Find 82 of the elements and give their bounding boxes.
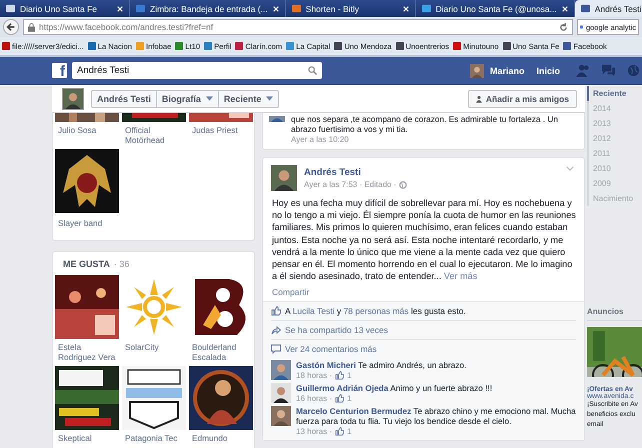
more-comments-link[interactable]: Ver 24 comentarios más — [285, 344, 377, 354]
search-engine-icon[interactable] — [580, 23, 583, 31]
author-name[interactable]: Andrés Testi — [304, 167, 408, 179]
comment-icon — [271, 344, 281, 354]
page-link[interactable]: Official Motörhead — [122, 122, 186, 149]
browser-tab[interactable]: Andrés Testi — [574, 0, 642, 17]
ads-title: Anuncios — [587, 307, 642, 321]
see-more-link[interactable]: Ver más — [444, 271, 478, 282]
like-count: 1 — [347, 394, 352, 404]
page-link[interactable]: Judas Priest — [189, 122, 253, 149]
page-link[interactable]: Patagonia Tec — [122, 430, 186, 448]
page-link[interactable]: Estela Rodriguez Vera — [55, 339, 119, 366]
close-icon[interactable] — [562, 6, 568, 12]
logo[interactable]: f — [52, 63, 67, 78]
section-title: ME GUSTA — [63, 258, 110, 268]
share-link[interactable]: Compartir — [272, 287, 310, 298]
page-link[interactable]: Julio Sosa — [55, 122, 119, 149]
site-icon — [453, 42, 462, 50]
page-link[interactable]: Slayer band — [55, 213, 119, 238]
comment-text: Marcelo Centurion Bermudez Te abrazo chino y me emociono mal. Mucha fuerza para toda tu flia. Tu viejo los bendice desde el cielo. — [296, 406, 576, 426]
comment-text: que nos separa ,te acompano de corazon. Es admirable tu fortaleza . Un abrazo fuertisimo a vos y mi tia. — [291, 114, 560, 134]
like-count: 1 — [347, 371, 352, 380]
site-icon — [422, 4, 431, 13]
back-button[interactable] — [3, 19, 19, 35]
site-icon — [2, 42, 10, 50]
comment-text: Guillermo Adrián Ojeda Animo y un fuerte abrazo !!! — [296, 383, 492, 394]
site-icon — [286, 42, 294, 50]
close-icon[interactable] — [402, 6, 409, 12]
dropdown-button[interactable]: Reciente — [218, 90, 278, 106]
comment-author[interactable]: Marcelo Centurion Bermudez — [296, 406, 412, 416]
site-icon — [292, 4, 301, 13]
dropdown-button[interactable]: Biografía — [156, 90, 219, 106]
back-arrow-icon — [6, 22, 16, 32]
profile-name-button[interactable]: Andrés Testi — [92, 90, 157, 106]
reload-icon[interactable] — [559, 22, 568, 32]
friend-link[interactable]: Lucila Testi — [292, 306, 334, 316]
add-friend-button[interactable]: Añadir a mis amigos — [468, 90, 577, 108]
site-icon — [235, 42, 244, 50]
page-link[interactable]: Boulderland Escalada — [189, 339, 253, 366]
comment-author[interactable]: Guillermo Adrián Ojeda — [296, 383, 388, 394]
timestamp[interactable]: Ayer a las 7:53 · Editado · — [304, 179, 396, 190]
globe-icon — [399, 180, 408, 188]
site-icon — [563, 42, 572, 50]
home-link[interactable]: Inicio — [536, 66, 560, 76]
site-icon — [136, 42, 144, 50]
likers-link[interactable]: 78 personas más — [343, 306, 409, 316]
page-link[interactable]: Skeptical — [55, 430, 119, 448]
shares-link[interactable]: Se ha compartido 13 veces — [285, 325, 388, 336]
caret-icon — [266, 96, 274, 101]
thumbs-up-icon[interactable] — [335, 427, 344, 436]
timeline-item[interactable]: Reciente — [587, 86, 642, 101]
site-icon — [580, 4, 590, 13]
thumbs-up-icon — [271, 306, 281, 316]
thumbs-up-icon[interactable] — [335, 394, 344, 404]
page-link[interactable]: SolarCity — [122, 339, 186, 366]
thumbs-up-icon[interactable] — [335, 371, 344, 380]
lock-icon — [28, 22, 35, 32]
timestamp[interactable]: Ayer a las 10:20 — [291, 135, 349, 144]
search-field[interactable]: Andrés Testi — [72, 62, 322, 79]
site-icon — [396, 42, 404, 50]
address-field[interactable]: https://www.facebook.com/andres.testi?fref=nf — [23, 19, 573, 35]
profile-link[interactable]: Mariano — [490, 66, 525, 76]
like-count: 1 — [347, 427, 352, 436]
site-icon — [136, 4, 145, 13]
site-icon — [175, 42, 184, 50]
close-icon[interactable] — [272, 6, 279, 12]
post-text: Hoy es una fecha muy difícil de sobrellevar para mí. Hoy es nochebuena y no lo tengo a mi viejo. Él siempre ponía la cuota de humor en las reuniones familiares. Mis primos lo quieren muchísimo, eran felices cuando estaban juntos. Esta noche ya no será así. Esta noche intentaré recordarlo, y me vendrá a la mente lo único que me viene a la mente cada vez que quiero pensar en él. El momento horrendo en el cual lo ejecutaron. Me lo imagino a él siendo asesinado, trato de entender... Ver más — [270, 197, 577, 282]
likes-summary: A Lucila Testi y 78 personas más les gusta esto. — [285, 306, 466, 316]
page-link[interactable]: Edmundo — [189, 430, 253, 448]
comment-author[interactable]: Gastón Micheri — [296, 360, 356, 370]
close-icon[interactable] — [117, 6, 123, 12]
site-icon — [334, 42, 342, 50]
site-icon — [6, 4, 15, 13]
person-icon — [476, 94, 482, 102]
site-icon — [88, 42, 96, 50]
comment-text: Gastón Micheri Te admiro Andrés, un abrazo. — [296, 360, 466, 370]
likes-count: · 36 — [114, 258, 130, 268]
search-icon[interactable] — [308, 66, 317, 75]
site-icon — [502, 42, 511, 50]
site-icon — [204, 42, 212, 50]
caret-icon — [206, 96, 213, 101]
share-icon — [271, 325, 281, 336]
